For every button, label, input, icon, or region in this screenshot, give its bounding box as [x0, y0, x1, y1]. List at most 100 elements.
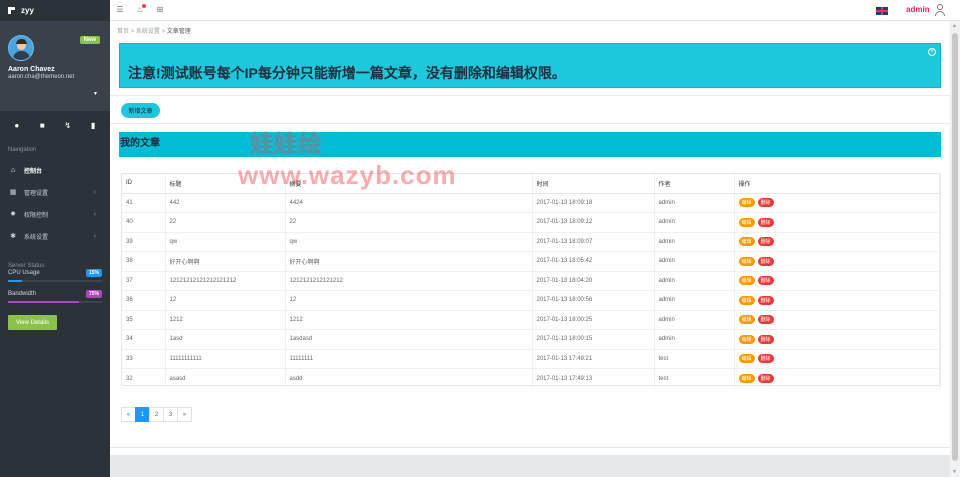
scrollbar-thumb[interactable]: [952, 33, 958, 461]
add-article-button[interactable]: 新增文章: [121, 103, 160, 118]
sidebar-item-dashboard[interactable]: ⌂ 控制台: [0, 159, 110, 181]
delete-button[interactable]: 删除: [757, 374, 774, 383]
delete-button[interactable]: 删除: [757, 217, 774, 227]
cell-actions: 编辑 删除: [734, 232, 940, 252]
table-row: 39 qw qw 2017-01-13 18:09:07 admin 编辑 删除: [122, 232, 940, 252]
sidebar-item-system-settings[interactable]: ✱ 系统设置 ›: [0, 225, 110, 247]
nav-title: Navigation: [8, 147, 37, 153]
pagination-prev[interactable]: «: [121, 407, 136, 422]
cell-title: 1asd: [165, 329, 286, 350]
sidebar-item-management[interactable]: ▦ 管理设置 ›: [0, 181, 110, 203]
brand-name: zyy: [21, 6, 34, 15]
user-icon[interactable]: ●: [12, 121, 22, 131]
cpu-usage-badge: 15%: [85, 269, 102, 277]
cell-summary: asdd: [285, 368, 533, 388]
profile-panel: New Aaron Chavez aaron.cha@themeon.net ▼: [0, 21, 110, 111]
brand[interactable]: zyy: [0, 0, 110, 21]
cell-actions: 编辑 删除: [734, 251, 940, 272]
cell-author: admin: [654, 232, 735, 252]
edit-button[interactable]: 编辑: [738, 334, 755, 344]
edit-button[interactable]: 编辑: [738, 354, 755, 364]
caret-down-icon[interactable]: ▼: [93, 91, 98, 97]
table-body: 41 442 4424 2017-01-13 18:09:18 admin 编辑 删除 40 2…: [122, 193, 940, 388]
cell-author: test: [654, 368, 735, 388]
cell-actions: 编辑 删除: [734, 193, 940, 213]
alert-text: 注意!测试账号每个IP每分钟只能新增一篇文章，没有删除和编辑权限。: [128, 65, 566, 81]
delete-button[interactable]: 删除: [757, 276, 774, 286]
server-status-title: Server Status: [8, 263, 45, 269]
delete-button[interactable]: 删除: [757, 256, 774, 266]
pagination-page-3[interactable]: 3: [163, 407, 178, 422]
edit-button[interactable]: 编辑: [738, 256, 755, 266]
cell-time: 2017-01-13 18:05:42: [532, 251, 655, 272]
pagination-page-1[interactable]: 1: [135, 407, 150, 422]
cell-summary: 1212: [285, 310, 533, 330]
cell-actions: 编辑 删除: [734, 329, 940, 350]
close-icon[interactable]: ×: [928, 48, 936, 56]
pagination-page-2[interactable]: 2: [149, 407, 164, 422]
cell-title: asasd: [165, 368, 286, 388]
cell-actions: 编辑 删除: [734, 310, 940, 330]
divider: [110, 447, 950, 448]
table-row: 34 1asd 1asdasd 2017-01-13 18:00:15 admin 编辑删…: [122, 329, 940, 350]
section-title: 我的文章: [120, 138, 160, 149]
cell-actions: 编辑 删除: [734, 271, 940, 291]
edit-button[interactable]: 编辑: [738, 237, 755, 247]
delete-button[interactable]: 删除: [757, 315, 774, 325]
sidebar-item-label: 系统设置: [24, 234, 49, 241]
pagination-next[interactable]: »: [177, 407, 192, 422]
chat-icon[interactable]: ■: [37, 121, 47, 131]
cell-id: 34: [122, 329, 166, 350]
apps-grid-icon[interactable]: ⊞: [155, 5, 165, 15]
watermark-url: www.wazyb.com: [238, 160, 457, 190]
sidebar-item-label: 控制台: [24, 168, 43, 175]
breadcrumb-separator: >: [161, 29, 166, 35]
watermark-chinese: 娃娃绘: [250, 131, 322, 158]
edit-button[interactable]: 编辑: [738, 374, 755, 383]
table-row: 35 1212 1212 2017-01-13 18:00:25 admin 编辑 删除: [122, 310, 940, 330]
cell-author: admin: [654, 271, 735, 291]
edit-button[interactable]: 编辑: [738, 198, 755, 208]
breadcrumb-home[interactable]: 首页: [117, 29, 129, 35]
delete-button[interactable]: 删除: [757, 295, 774, 305]
articles-table: ID 标题 摘要 时间 作者 操作 41 442 4424 2017-01-13 18…: [121, 173, 941, 388]
notification-dot: [142, 4, 146, 8]
sidebar-item-permissions[interactable]: ✹ 权限控制 ›: [0, 203, 110, 225]
cell-actions: 编辑 删除: [734, 290, 940, 311]
cell-time: 2017-01-13 17:49:21: [532, 349, 655, 369]
breadcrumb: 首页 > 系统设置 > 文章管理: [117, 26, 191, 35]
profile-name[interactable]: Aaron Chavez: [8, 66, 102, 73]
brand-logo-icon: [8, 7, 15, 14]
menu-toggle-icon[interactable]: ☰: [115, 5, 125, 15]
language-flag-icon[interactable]: [876, 7, 888, 15]
cell-actions: 编辑 删除: [734, 212, 940, 233]
view-details-button[interactable]: View Details: [8, 315, 57, 330]
delete-button[interactable]: 删除: [757, 198, 774, 208]
edit-button[interactable]: 编辑: [738, 295, 755, 305]
table-row: 41 442 4424 2017-01-13 18:09:18 admin 编辑 删除: [122, 193, 940, 213]
delete-button[interactable]: 删除: [757, 237, 774, 247]
edit-button[interactable]: 编辑: [738, 315, 755, 325]
user-name-label[interactable]: admin: [906, 5, 930, 14]
scroll-down-icon[interactable]: ▼: [952, 469, 957, 475]
user-menu-icon[interactable]: [935, 4, 945, 16]
edit-button[interactable]: 编辑: [738, 217, 755, 227]
bandwidth-badge: 75%: [85, 290, 102, 298]
page-scrollbar[interactable]: ▲ ▼: [950, 21, 960, 477]
breadcrumb-current: 文章管理: [166, 29, 191, 35]
lock-icon[interactable]: ▮: [88, 121, 98, 131]
bolt-icon[interactable]: ↯: [63, 121, 73, 131]
cell-time: 2017-01-13 18:09:07: [532, 232, 655, 252]
cpu-usage-fill: [8, 280, 23, 282]
avatar[interactable]: [8, 35, 34, 61]
cell-actions: 编辑 删除: [734, 349, 940, 369]
column-header-author: 作者: [654, 174, 735, 194]
breadcrumb-section[interactable]: 系统设置: [136, 29, 160, 35]
delete-button[interactable]: 删除: [757, 354, 774, 364]
edit-button[interactable]: 编辑: [738, 276, 755, 286]
cell-time: 2017-01-13 18:09:12: [532, 212, 655, 233]
bandwidth-row: Bandwidth 75%: [0, 290, 110, 298]
breadcrumb-separator: >: [130, 29, 135, 35]
delete-button[interactable]: 删除: [757, 334, 774, 344]
scroll-up-icon[interactable]: ▲: [952, 23, 957, 29]
